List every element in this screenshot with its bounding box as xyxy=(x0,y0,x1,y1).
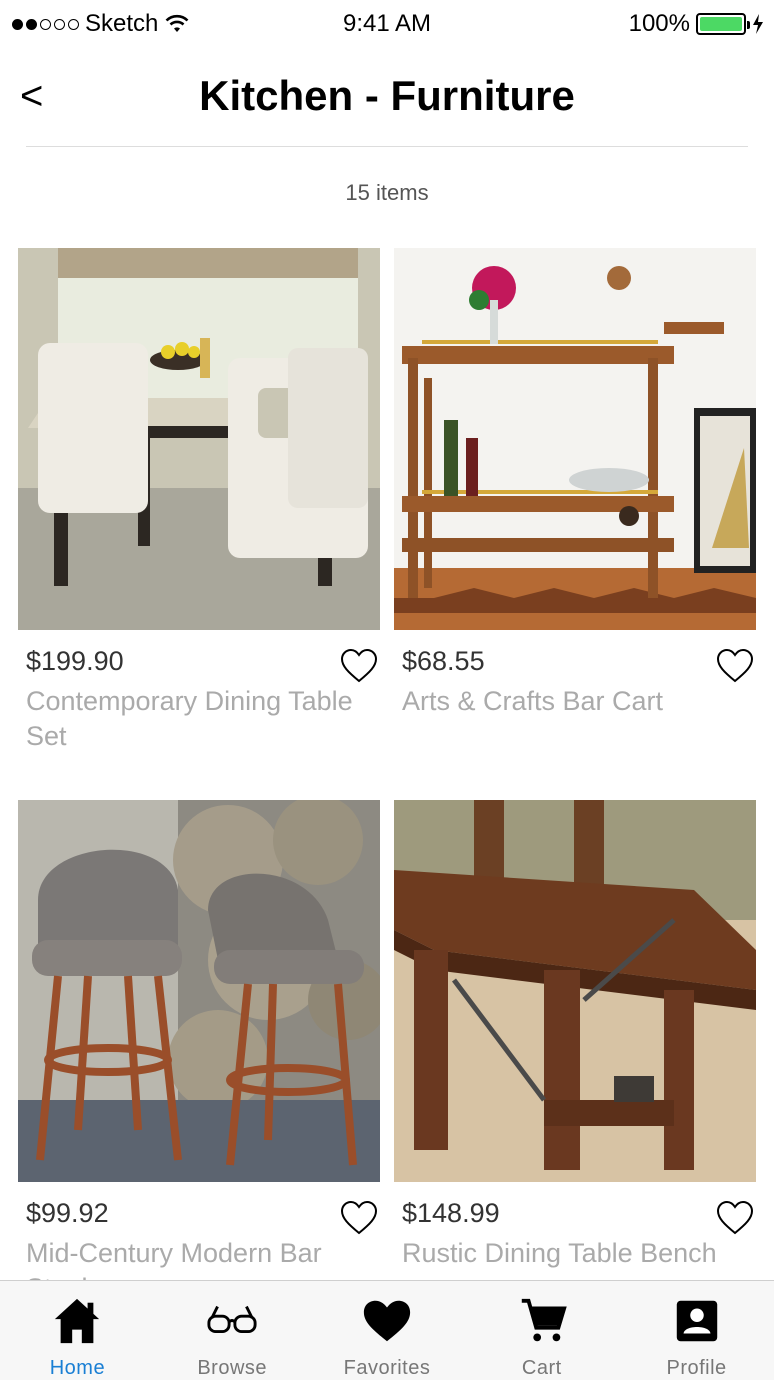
product-price: $99.92 xyxy=(26,1198,109,1228)
tab-profile[interactable]: Profile xyxy=(619,1281,774,1380)
heart-outline-icon[interactable] xyxy=(716,1200,754,1236)
charging-icon xyxy=(753,14,763,34)
product-card[interactable]: $148.99 Rustic Dining Table Bench xyxy=(394,800,756,1268)
product-image-dining-table-set[interactable] xyxy=(18,248,380,630)
nav-header: < Kitchen - Furniture xyxy=(0,60,774,148)
product-name[interactable]: Contemporary Dining Table Set xyxy=(26,684,356,754)
tab-browse[interactable]: Browse xyxy=(155,1281,310,1380)
heart-outline-icon[interactable] xyxy=(340,648,378,684)
status-bar: Sketch 9:41 AM 100% xyxy=(0,0,774,50)
product-card[interactable]: $199.90 Contemporary Dining Table Set xyxy=(18,248,380,751)
product-name[interactable]: Arts & Crafts Bar Cart xyxy=(402,684,732,719)
product-card[interactable]: $68.55 Arts & Crafts Bar Cart xyxy=(394,248,756,716)
tab-label: Browse xyxy=(197,1357,268,1379)
profile-icon xyxy=(676,1300,717,1342)
product-name[interactable]: Rustic Dining Table Bench xyxy=(402,1236,732,1271)
product-price: $148.99 xyxy=(402,1198,500,1228)
battery-icon xyxy=(696,13,750,35)
tab-label: Favorites xyxy=(343,1357,431,1379)
tab-label: Home xyxy=(49,1357,106,1379)
heart-outline-icon[interactable] xyxy=(716,648,754,684)
tab-favorites[interactable]: Favorites xyxy=(310,1281,465,1380)
tab-label: Cart xyxy=(521,1357,562,1379)
heart-icon xyxy=(363,1300,411,1342)
product-image-bar-stools[interactable] xyxy=(18,800,380,1182)
battery-percent: 100% xyxy=(628,10,690,37)
product-price: $68.55 xyxy=(402,646,485,676)
glasses-icon xyxy=(207,1305,257,1334)
tab-home[interactable]: Home xyxy=(0,1281,155,1380)
heart-outline-icon[interactable] xyxy=(340,1200,378,1236)
tab-bar: Home Browse Favorites Cart Profile xyxy=(0,1280,774,1380)
item-count: 15 items xyxy=(345,180,429,205)
product-image-bar-cart[interactable] xyxy=(394,248,756,630)
tab-cart[interactable]: Cart xyxy=(464,1281,619,1380)
product-image-dining-bench[interactable] xyxy=(394,800,756,1182)
cart-icon xyxy=(521,1298,567,1342)
tab-label: Profile xyxy=(666,1357,727,1379)
page-title: Kitchen - Furniture xyxy=(199,72,575,119)
battery-group: 100% xyxy=(629,10,764,38)
product-card[interactable]: $99.92 Mid-Century Modern Bar Stools xyxy=(18,800,380,1303)
home-icon xyxy=(55,1298,100,1344)
product-price: $199.90 xyxy=(26,646,124,676)
header-divider xyxy=(26,146,748,147)
